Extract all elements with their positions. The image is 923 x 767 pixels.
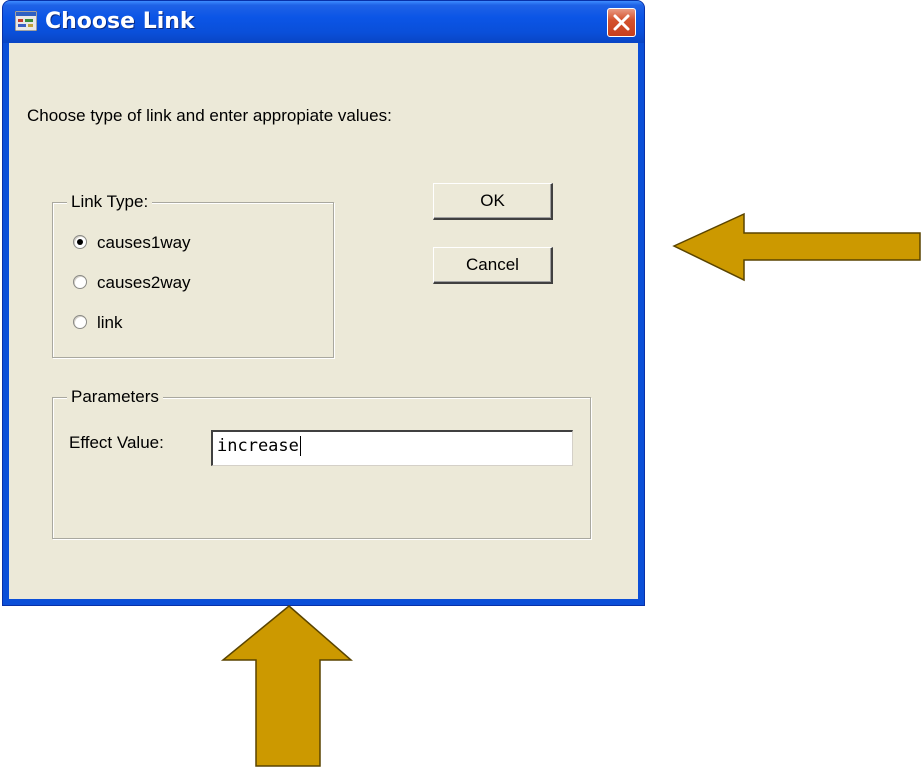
text-caret bbox=[299, 436, 301, 456]
instruction-text: Choose type of link and enter appropiate… bbox=[27, 106, 392, 125]
close-button[interactable] bbox=[607, 8, 636, 37]
radio-button[interactable] bbox=[73, 275, 87, 289]
radio-label: causes2way bbox=[97, 273, 191, 292]
link-type-legend: Link Type: bbox=[67, 192, 153, 212]
effect-value-label: Effect Value: bbox=[69, 433, 164, 452]
effect-value-text: increase bbox=[217, 436, 299, 456]
radio-button-checked[interactable] bbox=[73, 235, 87, 249]
link-type-group: Link Type: causes1way causes2way link bbox=[52, 192, 334, 358]
choose-link-dialog: Choose Link Choose type of link and ente… bbox=[2, 0, 645, 606]
parameters-legend: Parameters bbox=[67, 387, 163, 407]
radio-label: link bbox=[97, 313, 123, 332]
window-title: Choose Link bbox=[45, 9, 195, 34]
dialog-body: Choose type of link and enter appropiate… bbox=[9, 43, 638, 599]
up-arrow-annotation bbox=[220, 605, 354, 767]
app-icon bbox=[15, 11, 37, 31]
title-bar[interactable]: Choose Link bbox=[3, 1, 644, 43]
close-icon bbox=[613, 14, 630, 31]
radio-label: causes1way bbox=[97, 233, 191, 252]
radio-button[interactable] bbox=[73, 315, 87, 329]
left-arrow-annotation bbox=[672, 212, 921, 282]
parameters-group: Parameters Effect Value: increase bbox=[52, 387, 591, 539]
left-arrow-shape bbox=[672, 212, 921, 282]
cancel-button[interactable]: Cancel bbox=[433, 247, 553, 284]
up-arrow-shape bbox=[220, 605, 354, 767]
ok-button[interactable]: OK bbox=[433, 183, 553, 220]
effect-value-input[interactable]: increase bbox=[211, 430, 573, 466]
